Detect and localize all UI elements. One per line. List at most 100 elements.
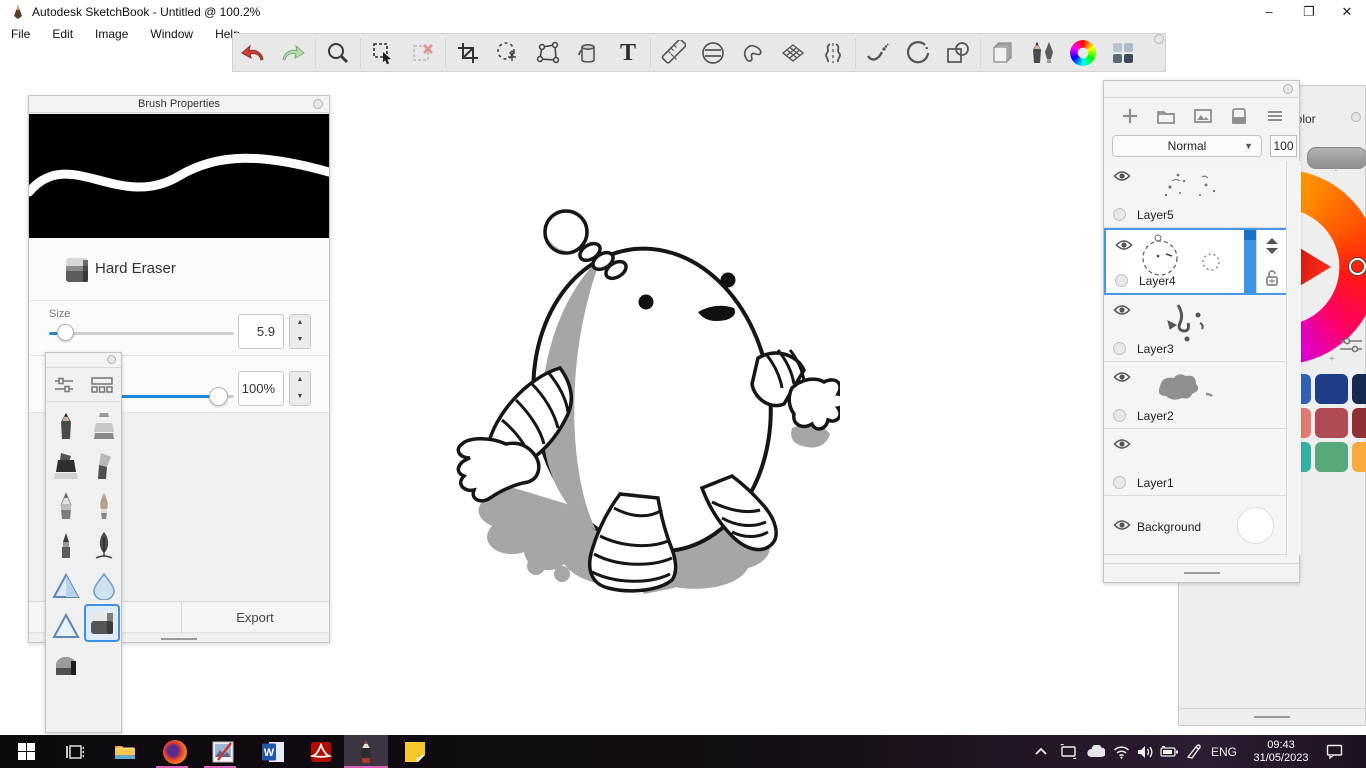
layer-row-layer3[interactable]: Layer3 [1104, 295, 1286, 362]
tray-pen[interactable] [1186, 735, 1201, 768]
brush-pencil[interactable] [48, 407, 84, 445]
brush-palette-header[interactable] [46, 353, 121, 368]
layer-row-layer2[interactable]: Layer2 [1104, 362, 1286, 429]
undo-icon[interactable] [233, 36, 273, 70]
layers-panel-menu-button[interactable] [1283, 84, 1293, 94]
firefox-button[interactable] [158, 735, 191, 768]
perspective-icon[interactable] [773, 36, 813, 70]
crop-icon[interactable] [448, 36, 488, 70]
opacity-value[interactable]: 100% [238, 371, 284, 406]
layer-pages-icon[interactable] [983, 36, 1023, 70]
close-button[interactable]: ✕ [1330, 2, 1364, 22]
export-button[interactable]: Export [181, 602, 329, 634]
panel-resize-handle[interactable] [161, 638, 197, 640]
layer-row-layer1[interactable]: Layer1 [1104, 429, 1286, 496]
brush-marker[interactable] [48, 447, 84, 485]
swatch[interactable] [1352, 408, 1366, 438]
visibility-icon[interactable] [1113, 169, 1131, 183]
layer-select-radio[interactable] [1113, 342, 1126, 355]
swatch[interactable] [1315, 374, 1348, 404]
menu-image[interactable]: Image [84, 24, 139, 44]
brush-settings-tab-icon[interactable] [54, 376, 74, 394]
brush-hard-eraser-selected[interactable] [84, 604, 120, 642]
layers-menu-icon[interactable] [1265, 106, 1285, 126]
layer-row-layer4-selected[interactable]: Layer4 [1104, 228, 1286, 295]
tray-tablet[interactable] [1060, 735, 1077, 768]
layer-group-icon[interactable] [1156, 106, 1176, 126]
visibility-icon[interactable] [1113, 518, 1131, 532]
predictive-stroke-icon[interactable] [898, 36, 938, 70]
distort-icon[interactable] [528, 36, 568, 70]
tray-onedrive[interactable] [1086, 735, 1105, 768]
tray-battery[interactable] [1160, 735, 1179, 768]
fill-icon[interactable] [568, 36, 608, 70]
panel-resize-handle[interactable] [1184, 572, 1220, 574]
sketchbook-button-active[interactable] [344, 735, 388, 768]
brush-blur-drop[interactable] [86, 567, 122, 605]
visibility-icon[interactable] [1113, 370, 1131, 384]
blend-mode-select[interactable]: Normal▼ [1112, 135, 1262, 157]
swatch[interactable] [1352, 374, 1366, 404]
start-button[interactable] [10, 735, 43, 768]
brush-properties-header[interactable]: Brush Properties [29, 96, 329, 113]
word-button[interactable]: W [256, 735, 289, 768]
brush-library-icon[interactable] [1023, 36, 1063, 70]
clear-layer-icon[interactable] [1229, 106, 1249, 126]
shapes-icon[interactable] [938, 36, 978, 70]
swatch-palette-icon[interactable] [1103, 36, 1143, 70]
hue-selector[interactable] [1349, 258, 1366, 275]
visibility-icon[interactable] [1113, 303, 1131, 317]
brush-smear[interactable] [48, 567, 84, 605]
file-explorer-button[interactable] [108, 735, 141, 768]
swatch[interactable] [1315, 408, 1348, 438]
sticky-notes-button[interactable] [398, 735, 431, 768]
layer-drag-bar[interactable] [1244, 230, 1256, 293]
stroke-icon[interactable] [858, 36, 898, 70]
deselect-icon[interactable] [403, 36, 443, 70]
brush-sharpen[interactable] [48, 607, 84, 645]
layers-panel-header[interactable] [1104, 81, 1299, 98]
tray-language[interactable]: ENG [1211, 735, 1237, 768]
layers-scroll-gutter[interactable] [1286, 161, 1301, 555]
color-sliders-icon[interactable] [1339, 336, 1363, 354]
swatch[interactable] [1352, 442, 1366, 472]
opacity-slider-knob[interactable] [209, 387, 228, 406]
layer-row-layer5[interactable]: Layer5 [1104, 161, 1286, 228]
photos-app-button[interactable] [206, 735, 239, 768]
brush-airbrush[interactable] [86, 407, 122, 445]
tray-volume[interactable] [1137, 735, 1154, 768]
panel-resize-handle[interactable] [1254, 716, 1290, 718]
add-layer-icon[interactable] [1120, 106, 1140, 126]
menu-edit[interactable]: Edit [41, 24, 84, 44]
ellipse-guide-icon[interactable] [693, 36, 733, 70]
size-slider[interactable] [49, 332, 234, 335]
brush-palette-menu-button[interactable] [107, 355, 116, 364]
brush-soft-eraser[interactable] [48, 649, 84, 687]
brush-ink-pen[interactable] [48, 527, 84, 565]
symmetry-icon[interactable] [813, 36, 853, 70]
toolbar-collapse-button[interactable] [1154, 34, 1164, 44]
visibility-icon[interactable] [1113, 437, 1131, 451]
robot-sketch[interactable] [440, 192, 840, 622]
menu-window[interactable]: Window [139, 24, 204, 44]
french-curve-icon[interactable] [733, 36, 773, 70]
brush-chisel-marker[interactable] [86, 447, 122, 485]
size-value[interactable]: 5.9 [238, 314, 284, 349]
size-slider-knob[interactable] [57, 324, 74, 341]
restore-button[interactable]: ❐ [1292, 2, 1326, 22]
layer-select-radio[interactable] [1113, 409, 1126, 422]
task-view-button[interactable] [58, 735, 91, 768]
layer-blend-button[interactable] [1256, 230, 1286, 262]
tray-chevron[interactable] [1034, 735, 1048, 768]
layer-select-radio[interactable] [1113, 208, 1126, 221]
brush-grid-tab-icon[interactable] [91, 376, 113, 394]
tray-notifications[interactable] [1326, 735, 1343, 768]
tray-clock[interactable]: 09:43 31/05/2023 [1248, 739, 1314, 765]
brush-paintbrush[interactable] [86, 487, 122, 525]
redo-icon[interactable] [273, 36, 313, 70]
color-wheel-icon[interactable] [1063, 36, 1103, 70]
layer-opacity-input[interactable]: 100 [1270, 135, 1297, 157]
layer-select-radio[interactable] [1113, 476, 1126, 489]
acrobat-button[interactable] [304, 735, 337, 768]
layer-row-background[interactable]: Background [1104, 496, 1286, 555]
